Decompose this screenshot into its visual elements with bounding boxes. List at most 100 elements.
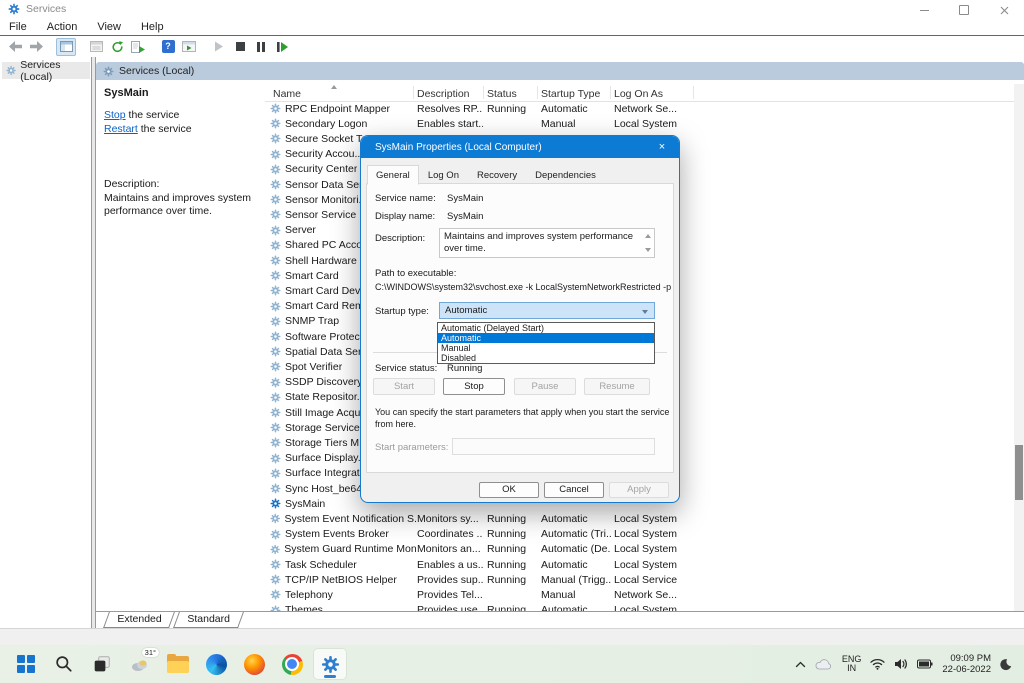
volume-icon[interactable] bbox=[894, 658, 908, 670]
tab-dependencies[interactable]: Dependencies bbox=[526, 165, 605, 185]
menu-help[interactable]: Help bbox=[131, 21, 174, 33]
service-gear-icon bbox=[270, 194, 281, 205]
service-row[interactable]: System Event Notification S...Monitors s… bbox=[265, 511, 1014, 526]
services-taskbar-icon[interactable] bbox=[314, 649, 346, 679]
close-button[interactable] bbox=[984, 0, 1024, 20]
tray-date: 22-06-2022 bbox=[942, 664, 991, 675]
tree-item-services-local[interactable]: Services (Local) bbox=[2, 62, 90, 79]
export-list-icon[interactable] bbox=[128, 38, 148, 56]
forward-button-icon[interactable] bbox=[26, 38, 46, 56]
service-gear-icon bbox=[270, 544, 280, 555]
start-parameters-input[interactable] bbox=[452, 438, 655, 455]
do-not-disturb-moon-icon[interactable] bbox=[999, 658, 1012, 671]
column-header-description[interactable]: Description bbox=[417, 88, 470, 100]
maximize-button[interactable] bbox=[944, 0, 984, 20]
pause-service-icon[interactable] bbox=[251, 38, 271, 56]
tray-time: 09:09 PM bbox=[942, 653, 991, 664]
tab-general[interactable]: General bbox=[367, 165, 419, 185]
refresh-icon[interactable] bbox=[107, 38, 127, 56]
tray-chevron-up-icon[interactable] bbox=[795, 661, 806, 668]
dialog-close-icon[interactable]: × bbox=[645, 136, 679, 158]
apply-button[interactable]: Apply bbox=[609, 482, 669, 498]
tab-standard[interactable]: Standard bbox=[173, 612, 243, 628]
tab-recovery[interactable]: Recovery bbox=[468, 165, 526, 185]
start-service-icon[interactable] bbox=[209, 38, 229, 56]
edge-browser-icon[interactable] bbox=[200, 649, 232, 679]
column-header-log-on-as[interactable]: Log On As bbox=[614, 88, 663, 100]
dropdown-option[interactable]: Manual bbox=[438, 343, 654, 353]
menu-file[interactable]: File bbox=[0, 21, 37, 33]
service-status-value: Running bbox=[447, 363, 482, 374]
view-tabs: Extended Standard bbox=[96, 611, 1024, 628]
service-row[interactable]: TelephonyProvides Tel...ManualNetwork Se… bbox=[265, 587, 1014, 602]
service-row[interactable]: Task SchedulerEnables a us...RunningAuto… bbox=[265, 557, 1014, 572]
service-row[interactable]: RPC Endpoint MapperResolves RP...Running… bbox=[265, 101, 1014, 116]
startup-type-combobox[interactable]: Automatic bbox=[439, 302, 655, 319]
show-window-icon[interactable] bbox=[179, 38, 199, 56]
tab-log-on[interactable]: Log On bbox=[419, 165, 468, 185]
restart-service-icon[interactable] bbox=[272, 38, 292, 56]
menu-view[interactable]: View bbox=[87, 21, 131, 33]
stop-button[interactable]: Stop bbox=[443, 378, 505, 395]
service-gear-icon bbox=[270, 179, 281, 190]
service-gear-icon bbox=[270, 513, 280, 524]
search-icon[interactable] bbox=[48, 649, 80, 679]
help-icon[interactable]: ? bbox=[158, 38, 178, 56]
scroll-up-icon[interactable] bbox=[645, 234, 651, 238]
vertical-scrollbar[interactable] bbox=[1014, 84, 1024, 612]
battery-icon[interactable] bbox=[917, 659, 933, 669]
dropdown-option[interactable]: Disabled bbox=[438, 353, 654, 363]
onedrive-cloud-icon[interactable] bbox=[815, 658, 833, 670]
service-row[interactable]: System Guard Runtime Mon...Monitors an..… bbox=[265, 542, 1014, 557]
dropdown-option[interactable]: Automatic (Delayed Start) bbox=[438, 323, 654, 333]
description-textbox[interactable]: Maintains and improves system performanc… bbox=[439, 228, 655, 258]
menu-bar: File Action View Help bbox=[0, 18, 1024, 35]
service-gear-icon bbox=[270, 529, 281, 540]
back-button-icon[interactable] bbox=[5, 38, 25, 56]
scroll-down-icon[interactable] bbox=[645, 248, 651, 252]
column-header-name[interactable]: Name bbox=[273, 88, 301, 100]
stop-service-icon[interactable] bbox=[230, 38, 250, 56]
pause-button[interactable]: Pause bbox=[514, 378, 576, 395]
service-gear-icon bbox=[270, 225, 281, 236]
column-header-startup-type[interactable]: Startup Type bbox=[541, 88, 600, 100]
clock[interactable]: 09:09 PM 22-06-2022 bbox=[942, 653, 991, 675]
display-name-value: SysMain bbox=[447, 211, 483, 222]
resume-button[interactable]: Resume bbox=[584, 378, 650, 395]
sort-ascending-icon bbox=[331, 85, 337, 89]
column-header-status[interactable]: Status bbox=[487, 88, 517, 100]
minimize-button[interactable] bbox=[904, 0, 944, 20]
service-row[interactable]: TCP/IP NetBIOS HelperProvides sup...Runn… bbox=[265, 572, 1014, 587]
start-button[interactable]: Start bbox=[373, 378, 435, 395]
services-gear-icon bbox=[6, 65, 16, 76]
description-text: Maintains and improves system performanc… bbox=[104, 192, 256, 218]
dialog-titlebar[interactable]: SysMain Properties (Local Computer) × bbox=[361, 136, 679, 158]
weather-widget-icon[interactable]: 31° bbox=[124, 649, 156, 679]
chrome-browser-icon[interactable] bbox=[276, 649, 308, 679]
firefox-browser-icon[interactable] bbox=[238, 649, 270, 679]
language-indicator[interactable]: ENGIN bbox=[842, 655, 862, 674]
file-explorer-icon[interactable] bbox=[162, 649, 194, 679]
console-tree-toggle-icon[interactable] bbox=[56, 38, 76, 56]
start-parameters-hint: You can specify the start parameters tha… bbox=[375, 406, 673, 430]
task-view-icon[interactable] bbox=[86, 649, 118, 679]
cancel-button[interactable]: Cancel bbox=[544, 482, 604, 498]
services-gear-icon bbox=[321, 655, 340, 674]
scrollbar-thumb[interactable] bbox=[1015, 445, 1023, 500]
tab-extended[interactable]: Extended bbox=[103, 612, 175, 628]
ok-button[interactable]: OK bbox=[479, 482, 539, 498]
start-button-icon[interactable] bbox=[10, 649, 42, 679]
restart-service-link[interactable]: Restart bbox=[104, 123, 138, 135]
service-row[interactable]: System Events BrokerCoordinates ...Runni… bbox=[265, 527, 1014, 542]
window-bottom-strip bbox=[0, 628, 1024, 646]
service-gear-icon bbox=[270, 589, 281, 600]
dialog-description-label: Description: bbox=[375, 233, 425, 244]
service-gear-icon bbox=[270, 270, 281, 281]
wifi-icon[interactable] bbox=[870, 658, 885, 670]
menu-action[interactable]: Action bbox=[37, 21, 88, 33]
console-tree-panel: Services (Local) bbox=[0, 57, 91, 628]
properties-icon[interactable] bbox=[86, 38, 106, 56]
service-row[interactable]: Secondary LogonEnables start...ManualLoc… bbox=[265, 116, 1014, 131]
dropdown-option[interactable]: Automatic bbox=[438, 333, 654, 343]
stop-service-link[interactable]: Stop bbox=[104, 109, 126, 121]
